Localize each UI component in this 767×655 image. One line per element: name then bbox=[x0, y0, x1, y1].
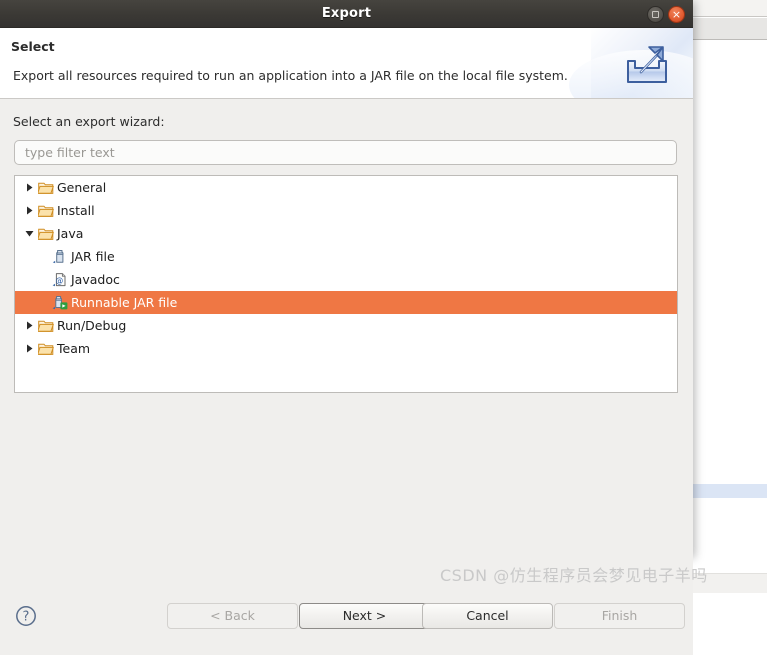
tree-item-java[interactable]: Java bbox=[15, 222, 677, 245]
export-wizard-icon bbox=[623, 40, 671, 88]
watermark: CSDN @仿生程序员会梦见电子羊吗 bbox=[440, 562, 760, 586]
dialog-title: Export bbox=[0, 0, 693, 28]
tree-item-team[interactable]: Team bbox=[15, 337, 677, 360]
background-toolbar-upper bbox=[693, 0, 767, 17]
background-editor-area bbox=[693, 41, 767, 593]
folder-open-icon bbox=[37, 337, 55, 360]
close-glyph: × bbox=[669, 7, 684, 22]
tree-item-label: JAR file bbox=[71, 245, 115, 268]
filter-input[interactable] bbox=[14, 140, 677, 165]
tree-item-runnable-jar-file[interactable]: Runnable JAR file bbox=[15, 291, 677, 314]
folder-open-icon bbox=[37, 222, 55, 245]
chevron-right-icon[interactable] bbox=[22, 314, 36, 337]
tree-item-jar-file[interactable]: JAR file bbox=[15, 245, 677, 268]
tree-item-javadoc[interactable]: @ Javadoc bbox=[15, 268, 677, 291]
tree-item-install[interactable]: Install bbox=[15, 199, 677, 222]
runnable-jar-file-icon bbox=[51, 291, 69, 314]
cancel-button[interactable]: Cancel bbox=[422, 603, 553, 629]
jar-file-icon bbox=[51, 245, 69, 268]
folder-open-icon bbox=[37, 199, 55, 222]
dialog-header: Select Export all resources required to … bbox=[0, 28, 693, 99]
tree-item-label: Install bbox=[57, 199, 95, 222]
close-icon[interactable]: × bbox=[668, 6, 685, 23]
chevron-right-icon[interactable] bbox=[22, 199, 36, 222]
page-description: Export all resources required to run an … bbox=[13, 68, 568, 83]
maximize-icon[interactable] bbox=[647, 6, 664, 23]
tree-item-label: Run/Debug bbox=[57, 314, 126, 337]
tree-item-general[interactable]: General bbox=[15, 176, 677, 199]
help-icon[interactable]: ? bbox=[15, 605, 37, 627]
background-toolbar-lower bbox=[693, 18, 767, 40]
select-wizard-label: Select an export wizard: bbox=[13, 114, 165, 129]
background-selected-line bbox=[693, 484, 767, 498]
tree-item-label: Javadoc bbox=[71, 268, 120, 291]
svg-text:?: ? bbox=[23, 610, 30, 625]
tree-item-label: General bbox=[57, 176, 106, 199]
next-button[interactable]: Next > bbox=[299, 603, 430, 629]
tree-item-run-debug[interactable]: Run/Debug bbox=[15, 314, 677, 337]
tree-item-label: Runnable JAR file bbox=[71, 291, 177, 314]
chevron-right-icon[interactable] bbox=[22, 176, 36, 199]
tree-item-label: Java bbox=[57, 222, 83, 245]
finish-button[interactable]: Finish bbox=[554, 603, 685, 629]
chevron-right-icon[interactable] bbox=[22, 337, 36, 360]
folder-open-icon bbox=[37, 176, 55, 199]
maximize-glyph bbox=[652, 11, 659, 18]
dialog-button-bar: ? < Back Next > Cancel Finish bbox=[0, 593, 693, 655]
export-dialog: Export × bbox=[0, 0, 693, 556]
back-button[interactable]: < Back bbox=[167, 603, 298, 629]
chevron-down-icon[interactable] bbox=[22, 222, 36, 245]
export-wizard-tree[interactable]: GeneralInstallJavaJAR file @ JavadocRunnab… bbox=[14, 175, 678, 393]
dialog-titlebar[interactable]: Export × bbox=[0, 0, 693, 28]
folder-open-icon bbox=[37, 314, 55, 337]
page-title: Select bbox=[11, 39, 55, 54]
svg-text:@: @ bbox=[56, 276, 64, 285]
tree-item-label: Team bbox=[57, 337, 90, 360]
javadoc-icon: @ bbox=[51, 268, 69, 291]
